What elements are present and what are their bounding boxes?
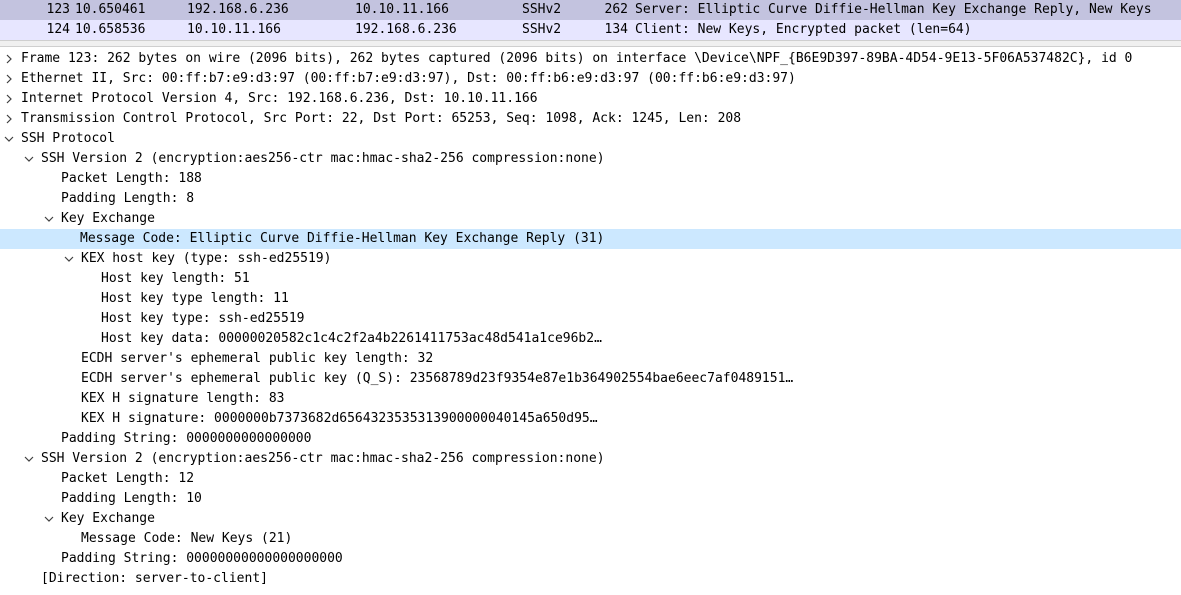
chevron-down-icon[interactable] <box>24 149 36 169</box>
tree-item-label: Message Code: New Keys (21) <box>81 531 293 546</box>
tree-item-label: Padding Length: 10 <box>61 491 202 506</box>
tree-item-label: [Direction: server-to-client] <box>41 571 268 586</box>
tree-item-padding-length[interactable]: Padding Length: 8 <box>0 189 1181 209</box>
tree-item-ethernet[interactable]: Ethernet II, Src: 00:ff:b7:e9:d3:97 (00:… <box>0 69 1181 89</box>
chevron-down-icon[interactable] <box>64 249 76 269</box>
packet-details-tree: Frame 123: 262 bytes on wire (2096 bits)… <box>0 49 1181 595</box>
chevron-down-icon[interactable] <box>24 449 36 469</box>
wireshark-window: 123 10.650461 192.168.6.236 10.10.11.166… <box>0 0 1181 595</box>
packet-info: Server: Elliptic Curve Diffie-Hellman Ke… <box>635 2 1152 17</box>
packet-time: 10.650461 <box>75 2 146 17</box>
tree-item-label: Host key length: 51 <box>101 271 250 286</box>
tree-item-label: KEX H signature: 0000000b7373682d6564323… <box>81 411 598 426</box>
chevron-down-icon[interactable] <box>4 129 16 149</box>
tree-item-label: KEX H signature length: 83 <box>81 391 285 406</box>
packet-info: Client: New Keys, Encrypted packet (len=… <box>635 22 972 37</box>
chevron-right-icon[interactable] <box>4 109 16 129</box>
packet-protocol: SSHv2 <box>522 22 562 37</box>
tree-item-label: Ethernet II, Src: 00:ff:b7:e9:d3:97 (00:… <box>21 71 796 86</box>
tree-item-label: Frame 123: 262 bytes on wire (2096 bits)… <box>21 51 1133 66</box>
tree-item-padding-length[interactable]: Padding Length: 10 <box>0 489 1181 509</box>
pane-splitter[interactable] <box>0 40 1181 47</box>
tree-item-packet-length[interactable]: Packet Length: 12 <box>0 469 1181 489</box>
packet-source: 192.168.6.236 <box>187 2 289 17</box>
tree-item-ssh-version-2[interactable]: SSH Version 2 (encryption:aes256-ctr mac… <box>0 449 1181 469</box>
chevron-right-icon[interactable] <box>4 69 16 89</box>
chevron-down-icon[interactable] <box>44 509 56 529</box>
tree-item-label: ECDH server's ephemeral public key lengt… <box>81 351 434 366</box>
packet-number: 123 <box>46 2 70 17</box>
packet-source: 10.10.11.166 <box>187 22 281 37</box>
tree-item-padding-string[interactable]: Padding String: 0000000000000000 <box>0 429 1181 449</box>
tree-item-label: Padding String: 0000000000000000 <box>61 431 312 446</box>
packet-length: 262 <box>604 2 628 17</box>
tree-item-kex-h-signature-length[interactable]: KEX H signature length: 83 <box>0 389 1181 409</box>
tree-item-message-code[interactable]: Message Code: Elliptic Curve Diffie-Hell… <box>0 229 1181 249</box>
tree-item-label: Transmission Control Protocol, Src Port:… <box>21 111 742 126</box>
tree-item-label: SSH Version 2 (encryption:aes256-ctr mac… <box>41 451 605 466</box>
tree-item-frame[interactable]: Frame 123: 262 bytes on wire (2096 bits)… <box>0 49 1181 69</box>
tree-item-padding-string[interactable]: Padding String: 00000000000000000000 <box>0 549 1181 569</box>
tree-item-label: Internet Protocol Version 4, Src: 192.16… <box>21 91 538 106</box>
chevron-down-icon[interactable] <box>44 209 56 229</box>
tree-item-key-exchange[interactable]: Key Exchange <box>0 509 1181 529</box>
tree-item-ssh-version-1[interactable]: SSH Version 2 (encryption:aes256-ctr mac… <box>0 149 1181 169</box>
tree-item-label: Host key type: ssh-ed25519 <box>101 311 305 326</box>
tree-item-tcp[interactable]: Transmission Control Protocol, Src Port:… <box>0 109 1181 129</box>
packet-list: 123 10.650461 192.168.6.236 10.10.11.166… <box>0 0 1181 40</box>
tree-item-label: Packet Length: 12 <box>61 471 195 486</box>
tree-item-host-key-length[interactable]: Host key length: 51 <box>0 269 1181 289</box>
tree-item-label: Message Code: Elliptic Curve Diffie-Hell… <box>80 231 605 246</box>
tree-item-host-key-type[interactable]: Host key type: ssh-ed25519 <box>0 309 1181 329</box>
tree-item-label: Padding String: 00000000000000000000 <box>61 551 343 566</box>
tree-item-message-code[interactable]: Message Code: New Keys (21) <box>0 529 1181 549</box>
tree-item-ip[interactable]: Internet Protocol Version 4, Src: 192.16… <box>0 89 1181 109</box>
tree-item-label: SSH Protocol <box>21 131 115 146</box>
tree-item-label: Key Exchange <box>61 511 155 526</box>
tree-item-label: Packet Length: 188 <box>61 171 202 186</box>
packet-destination: 10.10.11.166 <box>355 2 449 17</box>
packet-number: 124 <box>46 22 70 37</box>
tree-item-host-key-data[interactable]: Host key data: 00000020582c1c4c2f2a4b226… <box>0 329 1181 349</box>
packet-row-123[interactable]: 123 10.650461 192.168.6.236 10.10.11.166… <box>0 0 1181 20</box>
tree-item-ecdh-pubkey-length[interactable]: ECDH server's ephemeral public key lengt… <box>0 349 1181 369</box>
packet-length: 134 <box>604 22 628 37</box>
tree-item-direction[interactable]: [Direction: server-to-client] <box>0 569 1181 589</box>
tree-item-label: Host key type length: 11 <box>101 291 289 306</box>
chevron-right-icon[interactable] <box>4 89 16 109</box>
tree-item-key-exchange[interactable]: Key Exchange <box>0 209 1181 229</box>
tree-item-label: Host key data: 00000020582c1c4c2f2a4b226… <box>101 331 602 346</box>
packet-destination: 192.168.6.236 <box>355 22 457 37</box>
tree-item-host-key-type-length[interactable]: Host key type length: 11 <box>0 289 1181 309</box>
packet-time: 10.658536 <box>75 22 146 37</box>
tree-item-ssh-protocol[interactable]: SSH Protocol <box>0 129 1181 149</box>
tree-item-label: Padding Length: 8 <box>61 191 195 206</box>
tree-item-kex-host-key[interactable]: KEX host key (type: ssh-ed25519) <box>0 249 1181 269</box>
tree-item-ecdh-pubkey[interactable]: ECDH server's ephemeral public key (Q_S)… <box>0 369 1181 389</box>
tree-item-label: KEX host key (type: ssh-ed25519) <box>81 251 332 266</box>
tree-item-label: Key Exchange <box>61 211 155 226</box>
tree-item-kex-h-signature[interactable]: KEX H signature: 0000000b7373682d6564323… <box>0 409 1181 429</box>
chevron-right-icon[interactable] <box>4 49 16 69</box>
tree-item-packet-length[interactable]: Packet Length: 188 <box>0 169 1181 189</box>
tree-item-label: SSH Version 2 (encryption:aes256-ctr mac… <box>41 151 605 166</box>
packet-row-124[interactable]: 124 10.658536 10.10.11.166 192.168.6.236… <box>0 20 1181 40</box>
packet-protocol: SSHv2 <box>522 2 562 17</box>
tree-item-label: ECDH server's ephemeral public key (Q_S)… <box>81 371 794 386</box>
